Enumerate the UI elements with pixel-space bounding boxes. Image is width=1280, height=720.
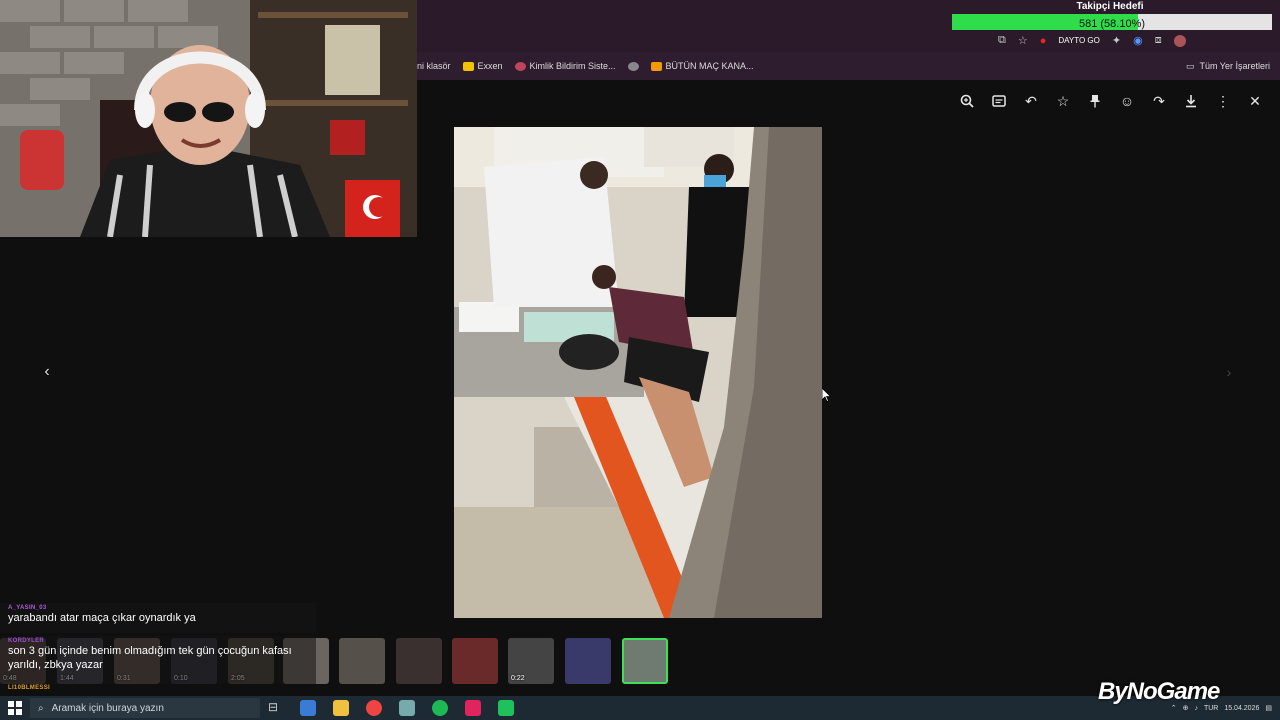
streamer-webcam <box>0 0 417 237</box>
stream-chat-overlay: A_YASIN_03 yarabandı atar maça çıkar oyn… <box>0 603 318 693</box>
globe-icon <box>627 61 639 71</box>
extension-icon[interactable]: ✦ <box>1112 34 1121 47</box>
bookmark-star-icon[interactable]: ☆ <box>1018 34 1028 47</box>
media-thumbnail[interactable]: 0:22 <box>508 638 554 684</box>
chrome-icon[interactable] <box>366 700 382 716</box>
bookmark-globe[interactable] <box>627 61 639 71</box>
viewed-photo <box>454 127 822 618</box>
stream-watermark-logo: ByNoGame <box>1098 678 1220 705</box>
browser-toolbar-icons: ⧉ ☆ ● DAYTO GO ✦ ◉ ⧈ <box>998 34 1186 47</box>
bookmark-kimlik[interactable]: Kimlik Bildirim Siste... <box>514 61 616 71</box>
bookmark-exxen[interactable]: Exxen <box>462 61 503 71</box>
windows-start-icon[interactable] <box>8 701 22 720</box>
bookmarks-bar: ni klasör Exxen Kimlik Bildirim Siste...… <box>417 52 1280 80</box>
jp-icon <box>650 61 662 71</box>
reply-icon[interactable]: ↶ <box>1022 92 1040 110</box>
previous-media-button[interactable]: ‹ <box>38 363 56 381</box>
media-thumbnail[interactable] <box>396 638 442 684</box>
media-thumbnail[interactable] <box>565 638 611 684</box>
messaging-app-icon[interactable] <box>498 700 514 716</box>
star-icon[interactable]: ☆ <box>1054 92 1072 110</box>
cast-icon[interactable]: ⧉ <box>998 34 1006 47</box>
task-view-icon[interactable]: ⊟ <box>268 700 284 716</box>
link-icon <box>514 61 526 71</box>
media-thumbnail[interactable] <box>452 638 498 684</box>
chat-message: A_YASIN_03 yarabandı atar maça çıkar oyn… <box>0 603 316 633</box>
spotify-icon[interactable] <box>432 700 448 716</box>
extension-red-icon[interactable]: ● <box>1040 35 1047 47</box>
next-media-button[interactable]: › <box>1220 363 1238 381</box>
app-icon[interactable] <box>399 700 415 716</box>
viewer-toolbar: ↶ ☆ ☺ ↷ ⋮ ✕ <box>958 92 1264 110</box>
zoom-in-icon[interactable] <box>958 92 976 110</box>
follower-goal-title: Takipçi Hedefi <box>1076 1 1144 12</box>
chat-text: yarabandı atar maça çıkar oynardık ya <box>8 612 196 624</box>
exxen-icon <box>462 61 474 71</box>
caption-icon[interactable] <box>990 92 1008 110</box>
all-bookmarks-button[interactable]: ▭ Tüm Yer İşaretleri <box>1186 52 1270 80</box>
extensions-puzzle-icon[interactable]: ⧈ <box>1155 34 1162 47</box>
stream-overlay-label: DAYTO GO <box>1058 36 1100 45</box>
pin-icon[interactable] <box>1086 92 1104 110</box>
windows-taskbar: ⌕ Aramak için buraya yazın ⊟ ⌃ ⊕ ♪ TUR 1… <box>0 696 1280 720</box>
taskbar-search-placeholder: Aramak için buraya yazın <box>51 702 164 714</box>
chat-message: LI10BLMESSI <box>0 685 316 695</box>
close-icon[interactable]: ✕ <box>1246 92 1264 110</box>
profile-avatar-icon[interactable] <box>1173 34 1186 47</box>
forward-icon[interactable]: ↷ <box>1150 92 1168 110</box>
chat-message: KORDYLER son 3 gün içinde benim olmadığı… <box>0 636 316 684</box>
thumbnail-duration: 0:22 <box>511 675 525 682</box>
chat-text: son 3 gün içinde benim olmadığım tek gün… <box>8 645 292 671</box>
folder-icon: ▭ <box>1185 60 1195 71</box>
extension-blue-icon[interactable]: ◉ <box>1133 34 1143 47</box>
taskbar-search-input[interactable]: ⌕ Aramak için buraya yazın <box>30 698 260 718</box>
emoji-icon[interactable]: ☺ <box>1118 92 1136 110</box>
chat-username: LI10BLMESSI <box>8 685 50 691</box>
download-icon[interactable] <box>1182 92 1200 110</box>
mouse-cursor-icon <box>821 387 832 407</box>
recording-app-icon[interactable] <box>465 700 481 716</box>
more-icon[interactable]: ⋮ <box>1214 92 1232 110</box>
edge-icon[interactable] <box>300 700 316 716</box>
media-thumbnail[interactable] <box>622 638 668 684</box>
clock-date[interactable]: 15.04.2026 <box>1224 705 1259 712</box>
bookmark-folder[interactable]: ni klasör <box>417 61 451 71</box>
bookmark-mac-kanal[interactable]: BÜTÜN MAÇ KANA... <box>650 61 754 71</box>
search-icon: ⌕ <box>38 702 44 714</box>
media-thumbnail[interactable] <box>339 638 385 684</box>
file-explorer-icon[interactable] <box>333 700 349 716</box>
notifications-icon[interactable]: ▤ <box>1265 704 1272 712</box>
